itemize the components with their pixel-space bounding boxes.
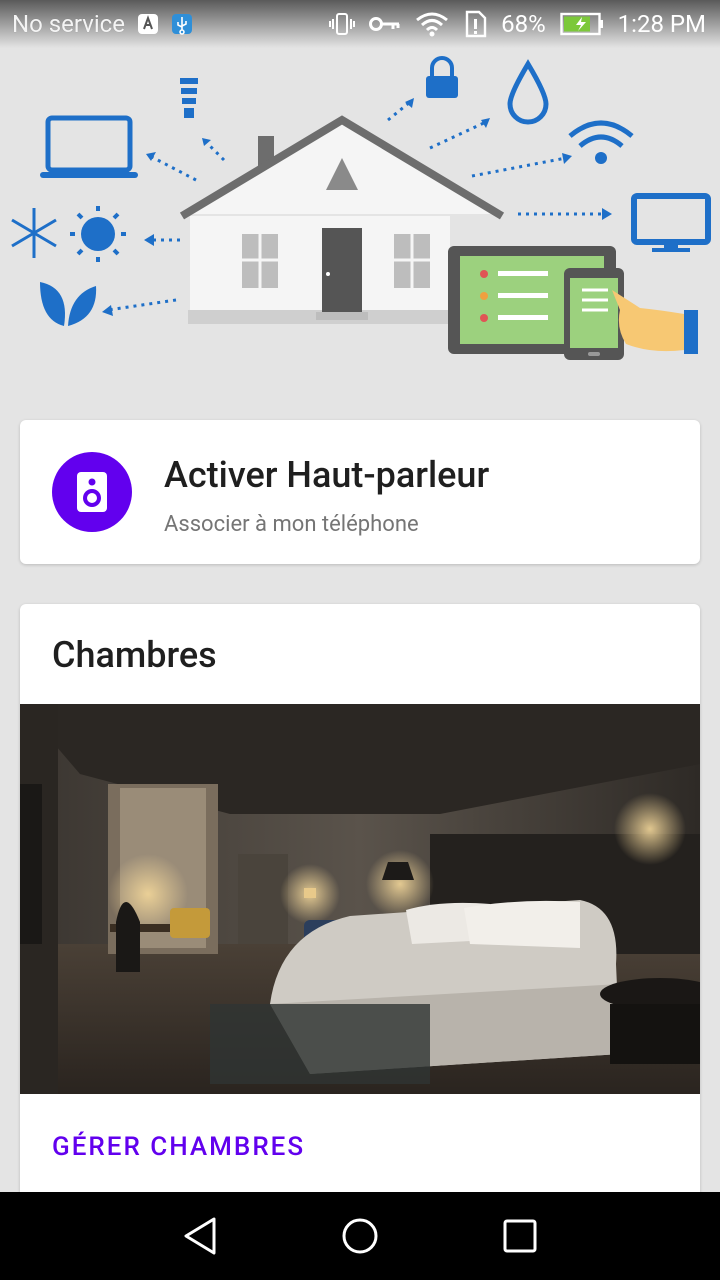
home-icon	[342, 1218, 378, 1254]
water-drop-icon	[507, 59, 549, 125]
phone-icon	[564, 268, 624, 360]
notification-a-icon	[137, 13, 159, 35]
speaker-card-title: Activer Haut-parleur	[164, 454, 490, 496]
status-bar-left: No service	[12, 10, 193, 38]
manage-rooms-button[interactable]: GÉRER CHAMBRES	[52, 1132, 305, 1162]
home-button[interactable]	[330, 1206, 390, 1266]
status-bar-right: 68% 1:28 PM	[329, 10, 706, 38]
wifi-icon	[415, 11, 449, 37]
rooms-card-title: Chambres	[52, 634, 217, 676]
sun-icon	[70, 206, 126, 262]
rooms-card: Chambres GÉRER CHAMBRES	[20, 604, 700, 1244]
speaker-icon	[52, 452, 132, 532]
recents-button[interactable]	[490, 1206, 550, 1266]
laptop-icon	[40, 115, 138, 178]
no-sim-icon	[463, 10, 487, 38]
speaker-card-subtitle: Associer à mon téléphone	[164, 512, 419, 537]
recents-icon	[503, 1219, 537, 1253]
hand-icon	[612, 290, 698, 354]
leaf-icon	[40, 282, 97, 326]
lock-icon	[426, 56, 458, 98]
bulb-icon	[180, 78, 198, 118]
key-icon	[369, 14, 401, 34]
back-icon	[184, 1217, 216, 1255]
clock: 1:28 PM	[617, 10, 706, 38]
bedroom-photo	[20, 704, 700, 1094]
vibrate-icon	[329, 12, 356, 36]
usb-icon	[171, 13, 193, 35]
smart-home-illustration	[0, 48, 720, 388]
battery-percent: 68%	[501, 10, 546, 38]
monitor-icon	[631, 193, 711, 252]
snowflake-icon	[11, 208, 57, 258]
battery-charging-icon	[559, 12, 604, 36]
carrier-label: No service	[12, 10, 125, 38]
wifi-illustration-icon	[568, 120, 634, 164]
speaker-card[interactable]: Activer Haut-parleur Associer à mon télé…	[20, 420, 700, 564]
back-button[interactable]	[170, 1206, 230, 1266]
status-bar: No service 68% 1:28 PM	[0, 0, 720, 48]
navigation-bar	[0, 1192, 720, 1280]
